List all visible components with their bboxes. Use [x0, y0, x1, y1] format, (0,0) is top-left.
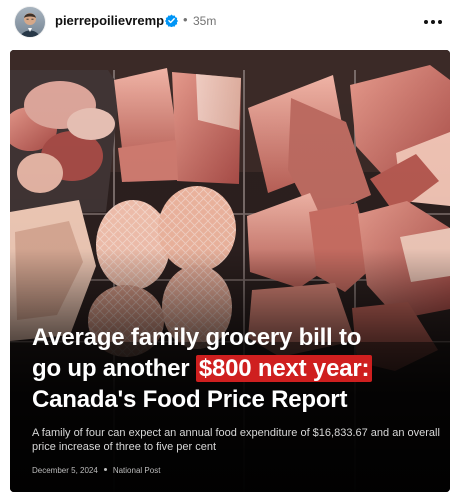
headline-highlight: $800 next year: — [195, 355, 373, 382]
headline: Average family grocery bill to go up ano… — [32, 322, 442, 415]
instagram-post: pierrepoilievremp • 35m Average family g… — [0, 0, 461, 500]
more-options-button[interactable] — [420, 9, 446, 35]
verified-badge-icon — [165, 14, 178, 27]
dot-separator — [103, 468, 107, 472]
post-time[interactable]: 35m — [193, 14, 216, 28]
publication-date: December 5, 2024 — [32, 466, 98, 475]
post-image[interactable]: Average family grocery bill to go up ano… — [10, 50, 450, 492]
post-header: pierrepoilievremp • 35m — [0, 0, 461, 44]
more-horizontal-icon — [424, 20, 428, 24]
more-horizontal-icon — [431, 20, 435, 24]
avatar[interactable] — [15, 7, 45, 37]
publication-source: National Post — [112, 466, 161, 475]
headline-line-1: Average family grocery bill to — [32, 324, 362, 351]
headline-line-2: go up another $800 next year: — [32, 353, 442, 384]
headline-line-3: Canada's Food Price Report — [32, 386, 348, 413]
summary-text: A family of four can expect an annual fo… — [32, 427, 440, 453]
headline-line-2-prefix: go up another — [32, 355, 196, 382]
more-horizontal-icon — [438, 20, 442, 24]
username[interactable]: pierrepoilievremp — [55, 13, 164, 28]
time-separator: • — [183, 12, 188, 27]
post-metadata: December 5, 2024 National Post — [32, 466, 160, 476]
